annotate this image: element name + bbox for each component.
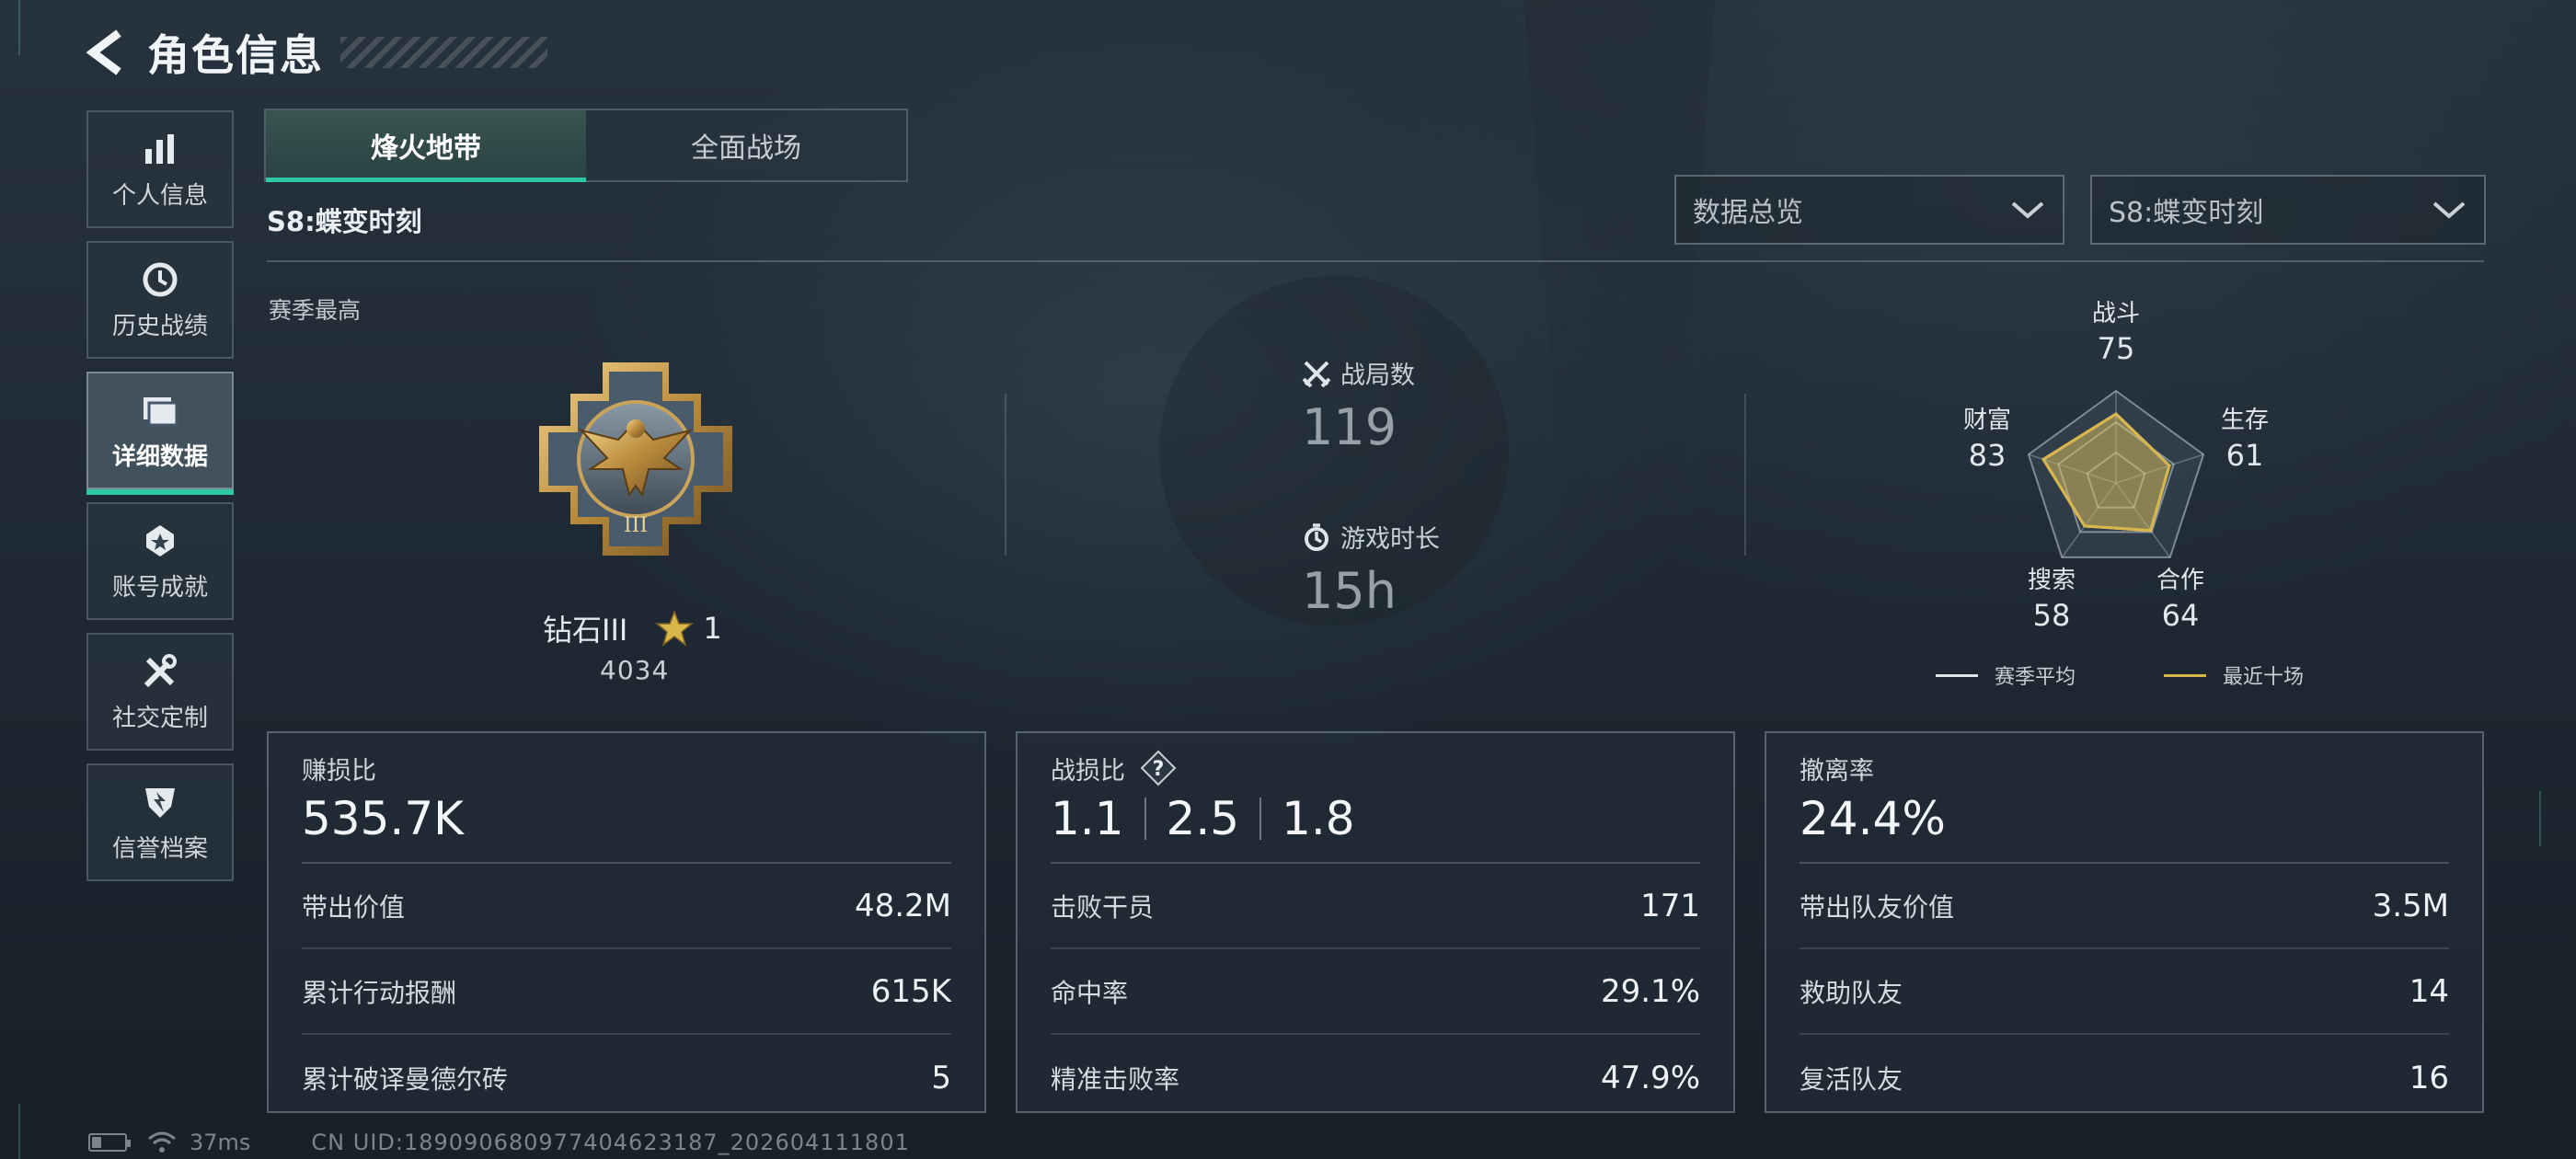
stat-row: 击败干员 171 [1051, 864, 1700, 949]
rank-score: 4034 [600, 655, 670, 685]
legend-recent-ten: 最近十场 [2164, 660, 2304, 690]
legend-line-avg [1936, 673, 1978, 677]
card-big-value: 24.4% [1800, 792, 1946, 845]
kd-ratio-card: 战损比 ? 1.1 2.5 1.8 击败干员 171 命中率 29.1% 精准击败率… [1016, 731, 1735, 1113]
sidebar-item-label: 历史战绩 [111, 312, 208, 340]
stopwatch-icon [1305, 522, 1328, 551]
card-title: 赚损比 [302, 756, 376, 786]
ping-readout: 37ms [190, 1130, 251, 1155]
tab-full-battlefield[interactable]: 全面战场 [586, 110, 906, 180]
chevron-down-icon [2011, 201, 2044, 219]
rank-name: 钻石III [543, 613, 628, 648]
stat-row: 带出队友价值 3.5M [1800, 864, 2449, 949]
crossed-swords-icon [1302, 361, 1331, 387]
card-title: 撤离率 [1800, 756, 1874, 786]
rank-medal-emblem: III [534, 357, 738, 561]
status-footer: 37ms CN UID:1890906809774046231​87_20260… [88, 1130, 910, 1155]
svg-text:III: III [624, 514, 648, 537]
legend-label: 最近十场 [2223, 666, 2305, 689]
bar-chart-icon [140, 129, 180, 169]
stat-row: 复活队友 16 [1800, 1059, 2449, 1096]
vertical-divider [1744, 394, 1746, 556]
folder-icon [140, 390, 180, 430]
sidebar-item-detailed-data[interactable]: 详细数据 [86, 372, 234, 495]
back-arrow-icon[interactable] [83, 25, 131, 80]
sidebar-item-achievements[interactable]: 账号成就 [86, 502, 234, 620]
season-title: S8:蝶变时刻 [267, 206, 422, 237]
rank-info: 钻石III 1 [543, 607, 722, 649]
section-divider [267, 260, 2484, 262]
card-title: 战损比 ? [1051, 750, 1700, 786]
stat-row: 救助队友 14 [1800, 949, 2449, 1035]
profit-ratio-card: 赚损比 535.7K 带出价值 48.2M 累计行动报酬 615K 累计破译曼德尔砖… [267, 731, 986, 1113]
view-filter-dropdown[interactable]: 数据总览 [1674, 175, 2064, 245]
wrench-tools-icon [140, 651, 180, 692]
stat-row: 精准击败率 47.9% [1051, 1059, 1700, 1096]
card-big-value: 535.7K [302, 792, 464, 845]
radar-axis-teamwork: 合作 64 [2156, 567, 2204, 633]
legend-line-recent [2164, 673, 2206, 677]
stat-row: 带出价值 48.2M [302, 864, 951, 949]
credibility-shield-icon [140, 782, 180, 822]
radar-axis-wealth: 财富 83 [1962, 407, 2011, 473]
matches-value: 119 [1302, 398, 1397, 456]
matches-stat: 战局数 119 [1302, 355, 1415, 456]
history-clock-icon [140, 259, 180, 300]
sidebar-item-history[interactable]: 历史战绩 [86, 241, 234, 359]
card-big-values: 1.1 2.5 1.8 [1051, 790, 1700, 847]
season-best-label: 赛季最高 [269, 297, 362, 324]
achievement-icon [140, 521, 180, 561]
radar-axis-combat: 战斗 75 [2091, 300, 2140, 366]
player-uid: CN UID:1890906809774046231​87_2026041118… [311, 1130, 910, 1155]
rank-star-count: 1 [703, 611, 722, 646]
kd-value: 1.8 [1282, 792, 1355, 845]
radar-axis-search: 搜索 58 [2027, 567, 2076, 633]
help-icon[interactable]: ? [1140, 750, 1177, 786]
sidebar-item-credibility[interactable]: 信誉档案 [86, 763, 234, 881]
radar-axis-survival: 生存 61 [2220, 407, 2269, 473]
title-stripe-decoration [340, 37, 547, 68]
page-title: 角色信息 [147, 30, 324, 80]
wifi-icon [148, 1131, 176, 1153]
page-header: 角色信息 [83, 20, 324, 85]
playtime-stat: 游戏时长 15h [1302, 519, 1440, 620]
svg-text:?: ? [1153, 758, 1165, 781]
kd-value: 2.5 [1166, 792, 1240, 845]
stat-row: 命中率 29.1% [1051, 949, 1700, 1035]
season-filter-dropdown[interactable]: S8:蝶变时刻 [2090, 175, 2486, 245]
sidebar-item-label: 个人信息 [111, 181, 208, 210]
ability-radar-chart: 战斗 75 生存 61 合作 64 搜索 58 财富 83 [1950, 299, 2282, 667]
matches-label: 战局数 [1340, 361, 1415, 390]
tab-fenghuo-zone[interactable]: 烽火地带 [266, 110, 586, 182]
extraction-rate-card: 撤离率 24.4% 带出队友价值 3.5M 救助队友 14 复活队友 16 [1765, 731, 2484, 1113]
kd-value: 1.1 [1051, 792, 1124, 845]
sidebar-item-label: 账号成就 [111, 573, 208, 602]
legend-label: 赛季平均 [1995, 666, 2076, 689]
dropdown-value: S8:蝶变时刻 [2109, 197, 2264, 229]
chevron-down-icon [2432, 201, 2466, 219]
sidebar: 个人信息 历史战绩 详细数据 账号成就 社交定制 信誉档案 [86, 110, 234, 894]
star-icon [655, 609, 695, 647]
playtime-label: 游戏时长 [1340, 525, 1440, 554]
sidebar-item-personal-info[interactable]: 个人信息 [86, 110, 234, 228]
sidebar-item-label: 信誉档案 [111, 834, 208, 863]
battery-icon [88, 1133, 131, 1152]
sidebar-item-social-custom[interactable]: 社交定制 [86, 633, 234, 751]
legend-season-average: 赛季平均 [1936, 660, 2076, 690]
sidebar-item-label: 社交定制 [111, 704, 208, 732]
sidebar-item-label: 详细数据 [111, 442, 208, 471]
stat-row: 累计破译曼德尔砖 5 [302, 1059, 951, 1096]
playtime-value: 15h [1302, 562, 1397, 620]
stat-row: 累计行动报酬 615K [302, 949, 951, 1035]
dropdown-value: 数据总览 [1693, 197, 1803, 229]
vertical-divider [1005, 394, 1006, 556]
mode-tabs: 烽火地带 全面战场 [264, 109, 908, 182]
